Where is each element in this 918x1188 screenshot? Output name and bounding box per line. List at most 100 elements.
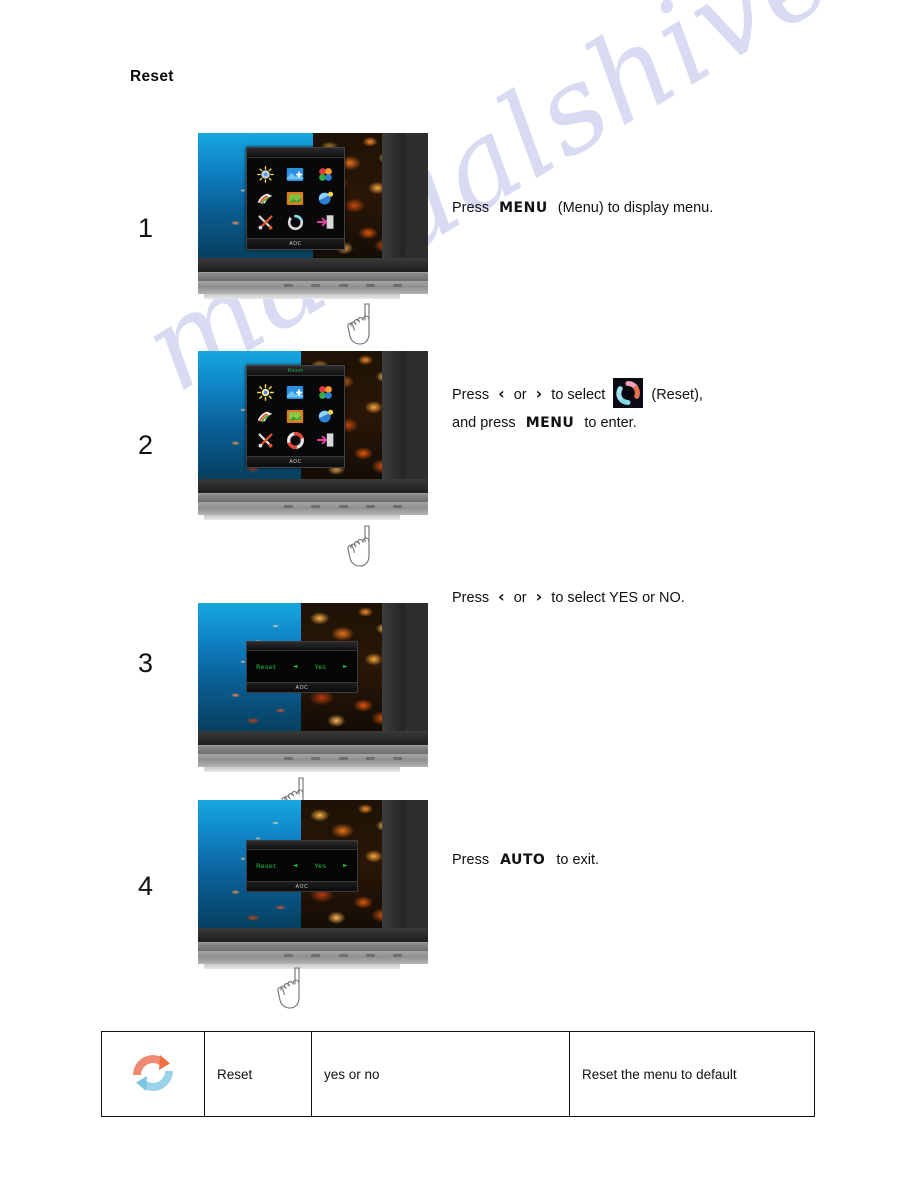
- osd-main-menu[interactable]: AOC: [246, 147, 345, 250]
- right-button[interactable]: [338, 954, 348, 957]
- menu-button[interactable]: [365, 757, 375, 760]
- page-title: Reset: [130, 68, 174, 85]
- osd-dialog-body: Reset ◄ Yes ►: [247, 651, 357, 682]
- menu-button[interactable]: [365, 505, 375, 508]
- reset-icon-cell: [101, 1031, 205, 1117]
- osd-right-arrow-icon[interactable]: ►: [343, 862, 348, 869]
- monitor-button-row: [284, 757, 402, 760]
- monitor-bezel-right: [382, 603, 405, 731]
- osd-left-arrow-icon[interactable]: ◄: [293, 663, 298, 670]
- osd-item-reset[interactable]: [282, 212, 308, 232]
- left-chevron-icon: ‹: [498, 587, 505, 606]
- power-button[interactable]: [393, 284, 402, 287]
- osd-dialog-value[interactable]: Yes: [315, 663, 327, 671]
- instruction-tail: (Menu) to display menu.: [557, 200, 714, 216]
- right-chevron-icon: ›: [535, 587, 543, 606]
- osd-dialog-label: Reset: [256, 861, 277, 870]
- instruction-lead: Press: [452, 200, 490, 216]
- power-button[interactable]: [393, 505, 402, 508]
- right-chevron-icon: ›: [535, 384, 543, 403]
- osd-brand-label: AOC: [247, 881, 357, 891]
- osd-dialog-value[interactable]: Yes: [315, 862, 327, 870]
- osd-reset-dialog[interactable]: Reset ◄ Yes ► AOC: [246, 641, 358, 693]
- step-3-instruction: Press ‹ or › to select YES or NO.: [452, 583, 685, 612]
- osd-dialog-titlebar: [247, 841, 357, 850]
- monitor-bezel-bottom: [198, 731, 428, 745]
- osd-left-arrow-icon[interactable]: ◄: [293, 862, 298, 869]
- left-button[interactable]: [311, 954, 321, 957]
- reset-value-cell: yes or no: [311, 1031, 570, 1117]
- osd-item-image-setup[interactable]: [282, 164, 308, 184]
- left-button[interactable]: [311, 505, 321, 508]
- monitor-stand-bar: [198, 272, 428, 281]
- monitor-stand-bar: [198, 493, 428, 502]
- monitor-illustration-1: AOC: [198, 133, 428, 299]
- instruction-or: or: [513, 387, 527, 403]
- osd-item-color-temperature[interactable]: [313, 382, 339, 402]
- osd-dialog-titlebar: [247, 642, 357, 651]
- auto-button[interactable]: [284, 954, 293, 957]
- step-2-line-2: and press MENU to enter.: [452, 409, 703, 437]
- osd-item-luminance[interactable]: [252, 164, 278, 184]
- monitor-stand-foot: [204, 767, 400, 772]
- monitor-screen-wrap: Reset ◄ Yes ► AOC: [198, 603, 428, 745]
- power-button[interactable]: [393, 954, 402, 957]
- monitor-screen: Reset ◄ Yes ► AOC: [198, 800, 405, 928]
- osd-item-color-temperature[interactable]: [313, 164, 339, 184]
- right-button[interactable]: [338, 505, 348, 508]
- monitor-bezel-right: [382, 800, 405, 928]
- monitor-bezel-bottom: [198, 258, 428, 272]
- osd-menu-title: [247, 148, 344, 158]
- instruction-or: or: [513, 590, 527, 606]
- right-button[interactable]: [338, 284, 348, 287]
- monitor-bezel-right: [382, 133, 405, 258]
- menu-button[interactable]: [365, 284, 375, 287]
- instruction-tail: to exit.: [556, 852, 600, 868]
- osd-icon-grid: [247, 158, 344, 238]
- monitor-bezel-bottom: [198, 479, 428, 493]
- power-button[interactable]: [393, 757, 402, 760]
- osd-item-image-setup[interactable]: [282, 382, 308, 402]
- reset-name-cell: Reset: [204, 1031, 312, 1117]
- osd-item-extra[interactable]: [313, 188, 339, 208]
- osd-item-extra[interactable]: [313, 406, 339, 426]
- monitor-screen-wrap: AOC: [198, 133, 428, 272]
- auto-button[interactable]: [284, 505, 293, 508]
- menu-button[interactable]: [365, 954, 375, 957]
- osd-item-picture-boost[interactable]: [252, 406, 278, 426]
- instruction-lead: Press: [452, 387, 490, 403]
- step-number: 3: [138, 648, 154, 678]
- osd-dialog-body: Reset ◄ Yes ►: [247, 850, 357, 881]
- osd-item-osd-setup[interactable]: [282, 406, 308, 426]
- osd-icon-grid: [247, 376, 344, 456]
- osd-main-menu[interactable]: Reset AOC: [246, 365, 345, 468]
- right-button[interactable]: [338, 757, 348, 760]
- monitor-screen: Reset ◄ Yes ► AOC: [198, 603, 405, 731]
- left-button[interactable]: [311, 757, 321, 760]
- instruction-lead: Press: [452, 590, 490, 606]
- osd-item-exit[interactable]: [313, 212, 339, 232]
- osd-item-tools[interactable]: [252, 430, 278, 450]
- monitor-stand-bar: [198, 745, 428, 754]
- auto-button[interactable]: [284, 284, 293, 287]
- osd-item-osd-setup[interactable]: [282, 188, 308, 208]
- reset-icon: [613, 378, 644, 408]
- instruction-icon-label: (Reset),: [651, 387, 703, 403]
- menu-key-label: MENU: [525, 415, 575, 431]
- instruction-lead: Press: [452, 852, 490, 868]
- osd-reset-dialog[interactable]: Reset ◄ Yes ► AOC: [246, 840, 358, 892]
- instruction-mid: to select: [551, 387, 606, 403]
- auto-button[interactable]: [284, 757, 293, 760]
- osd-item-reset-highlighted[interactable]: [282, 430, 308, 450]
- osd-item-exit[interactable]: [313, 430, 339, 450]
- osd-right-arrow-icon[interactable]: ►: [343, 663, 348, 670]
- table-row: Reset yes or no Reset the menu to defaul…: [101, 1031, 815, 1117]
- instruction-tail: to select YES or NO.: [551, 590, 685, 606]
- instruction-line2-lead: and press: [452, 415, 516, 431]
- osd-item-luminance[interactable]: [252, 382, 278, 402]
- osd-item-picture-boost[interactable]: [252, 188, 278, 208]
- left-chevron-icon: ‹: [498, 384, 505, 403]
- osd-item-tools[interactable]: [252, 212, 278, 232]
- monitor-illustration-4: Reset ◄ Yes ► AOC: [198, 800, 428, 969]
- left-button[interactable]: [311, 284, 321, 287]
